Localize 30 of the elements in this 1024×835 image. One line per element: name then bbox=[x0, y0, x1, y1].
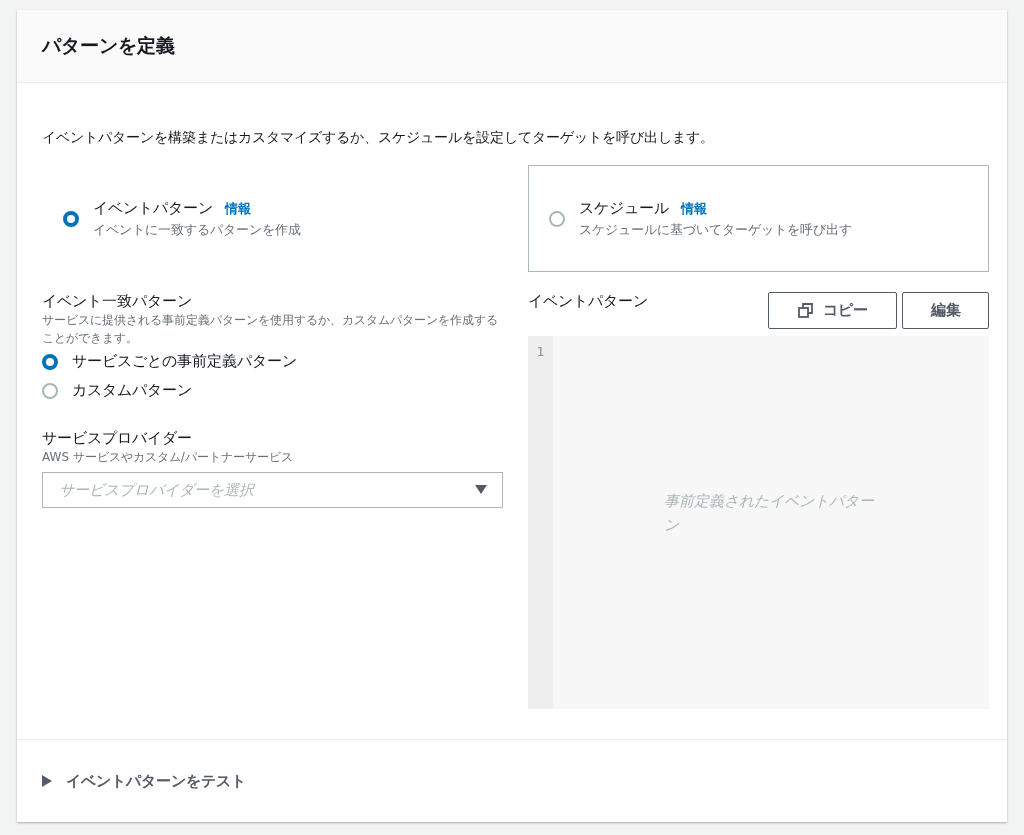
option-label[interactable]: サービスごとの事前定義パターン bbox=[72, 352, 297, 371]
rule-type-tile[interactable]: スケジュール 情報 スケジュールに基づいてターゲットを呼び出す bbox=[528, 165, 989, 272]
info-link[interactable]: 情報 bbox=[225, 199, 251, 218]
edit-button[interactable]: 編集 bbox=[902, 292, 989, 329]
radio-button[interactable] bbox=[42, 353, 58, 370]
test-pattern-toggle[interactable]: イベントパターンをテスト bbox=[42, 771, 246, 791]
editor-label: イベントパターン bbox=[528, 292, 648, 311]
option-label[interactable]: カスタムパターン bbox=[72, 381, 192, 400]
option-description: スケジュールに基づいてターゲットを呼び出す bbox=[579, 220, 852, 239]
editor-placeholder: 事前定義されたイベントパターン bbox=[663, 490, 875, 536]
option-description: イベントに一致するパターンを作成 bbox=[93, 220, 301, 239]
option-label: スケジュール bbox=[579, 198, 669, 218]
field-description: サービスに提供される事前定義パターンを使用するか、カスタムパターンを作成することができます。 bbox=[42, 312, 499, 347]
service-provider-select[interactable]: サービスプロバイダーを選択 bbox=[42, 472, 503, 508]
copy-button[interactable]: コピー bbox=[768, 292, 897, 329]
option-label: イベントパターン bbox=[93, 198, 213, 218]
radio-button[interactable] bbox=[549, 210, 565, 227]
panel-description: イベントパターンを構築またはカスタマイズするか、スケジュールを設定してターゲットを呼び出します。 bbox=[42, 129, 715, 147]
rule-type-tile[interactable]: イベントパターン 情報 イベントに一致するパターンを作成 bbox=[42, 165, 503, 272]
field-label: サービスプロバイダー bbox=[42, 429, 193, 448]
copy-icon bbox=[797, 303, 813, 318]
triangle-icon bbox=[42, 775, 52, 787]
caret-icon bbox=[475, 485, 487, 494]
radio-button[interactable] bbox=[63, 210, 79, 227]
field-label: イベント一致パターン bbox=[42, 292, 193, 311]
panel-title: パターンを定義 bbox=[42, 33, 175, 58]
radio-button[interactable] bbox=[42, 382, 58, 399]
info-link[interactable]: 情報 bbox=[681, 199, 707, 218]
field-description: AWS サービスやカスタム/パートナーサービス bbox=[42, 449, 294, 466]
line-number: 1 bbox=[536, 344, 545, 359]
